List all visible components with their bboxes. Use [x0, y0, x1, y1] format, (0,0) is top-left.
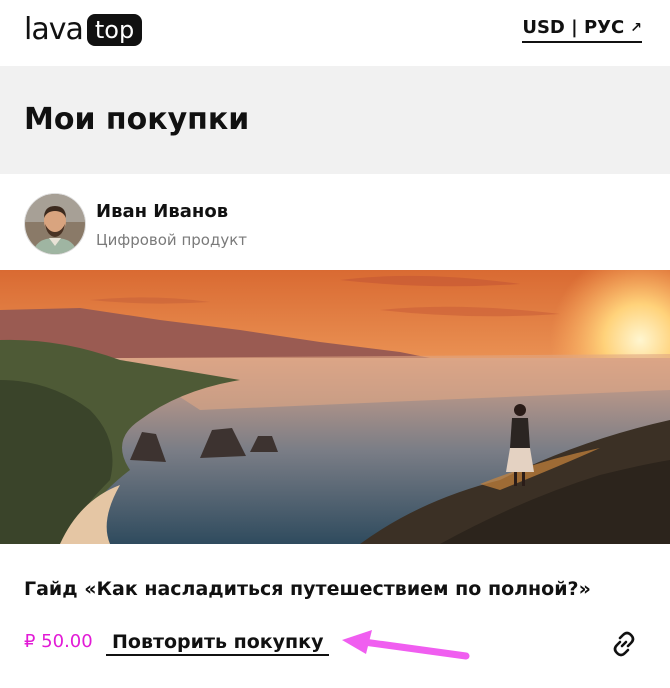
avatar [24, 193, 86, 255]
link-icon[interactable] [608, 628, 640, 660]
repeat-purchase-link[interactable]: Повторить покупку [106, 630, 330, 656]
annotation-arrow-icon [342, 630, 470, 660]
product-title[interactable]: Гайд «Как насладиться путешествием по по… [24, 578, 591, 600]
currency-language-label: USD | РУС [522, 17, 625, 38]
page-title: Мои покупки [24, 102, 250, 137]
currency-language-switch[interactable]: USD | РУС ↗ [522, 17, 642, 43]
title-band: Мои покупки [0, 66, 670, 174]
seller-info: Иван Иванов Цифровой продукт [0, 174, 670, 270]
product-price: ₽ 50.00 [24, 631, 93, 652]
external-arrow-icon: ↗ [630, 19, 642, 36]
product-cover-image [0, 270, 670, 544]
logo-badge: top [86, 14, 143, 46]
header: lava top USD | РУС ↗ [0, 0, 670, 66]
logo-text: lava [24, 12, 84, 47]
seller-name[interactable]: Иван Иванов [96, 201, 228, 222]
seller-type: Цифровой продукт [96, 231, 248, 249]
lava-top-logo[interactable]: lava top [24, 12, 143, 47]
